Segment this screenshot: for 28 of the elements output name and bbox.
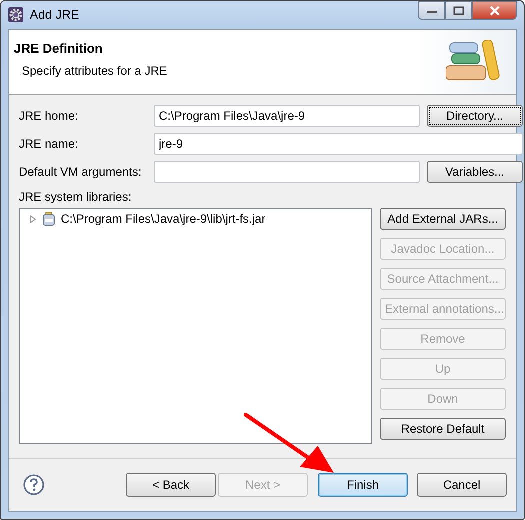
tree-item[interactable]: C:\Program Files\Java\jre-9\lib\jrt-fs.jar <box>61 212 266 226</box>
input-field[interactable]: C:\Program Files\Java\jre-9 <box>154 105 420 127</box>
library-tree[interactable]: C:\Program Files\Java\jre-9\lib\jrt-fs.jar <box>19 208 372 444</box>
window-title: Add JRE <box>30 8 80 22</box>
gear-icon <box>8 7 24 23</box>
library-button[interactable]: Restore Default <box>380 418 506 440</box>
page-title: JRE Definition <box>14 41 104 56</box>
close-button[interactable] <box>472 1 517 20</box>
maximize-icon <box>452 6 464 16</box>
field-label: Default VM arguments: <box>19 165 143 179</box>
help-icon[interactable] <box>23 474 45 496</box>
browse-button[interactable]: Variables... <box>427 161 523 183</box>
browse-button[interactable]: Directory... <box>427 105 523 127</box>
field-label: JRE name: <box>19 137 80 151</box>
field-label: JRE home: <box>19 109 80 123</box>
minimize-button[interactable] <box>418 1 445 20</box>
jar-icon <box>43 212 55 226</box>
section-label: JRE system libraries: <box>19 190 133 204</box>
input-field[interactable]: jre-9 <box>154 133 523 155</box>
dialog-button[interactable]: Cancel <box>417 473 507 497</box>
library-button[interactable]: Add External JARs... <box>380 208 506 230</box>
input-field[interactable] <box>154 161 420 183</box>
close-icon <box>488 6 500 16</box>
dialog-button[interactable]: Finish <box>318 473 408 497</box>
maximize-button[interactable] <box>445 1 472 20</box>
dialog-button[interactable]: < Back <box>126 473 216 497</box>
page-description: Specify attributes for a JRE <box>22 64 168 78</box>
expand-arrow-icon[interactable] <box>29 214 37 224</box>
